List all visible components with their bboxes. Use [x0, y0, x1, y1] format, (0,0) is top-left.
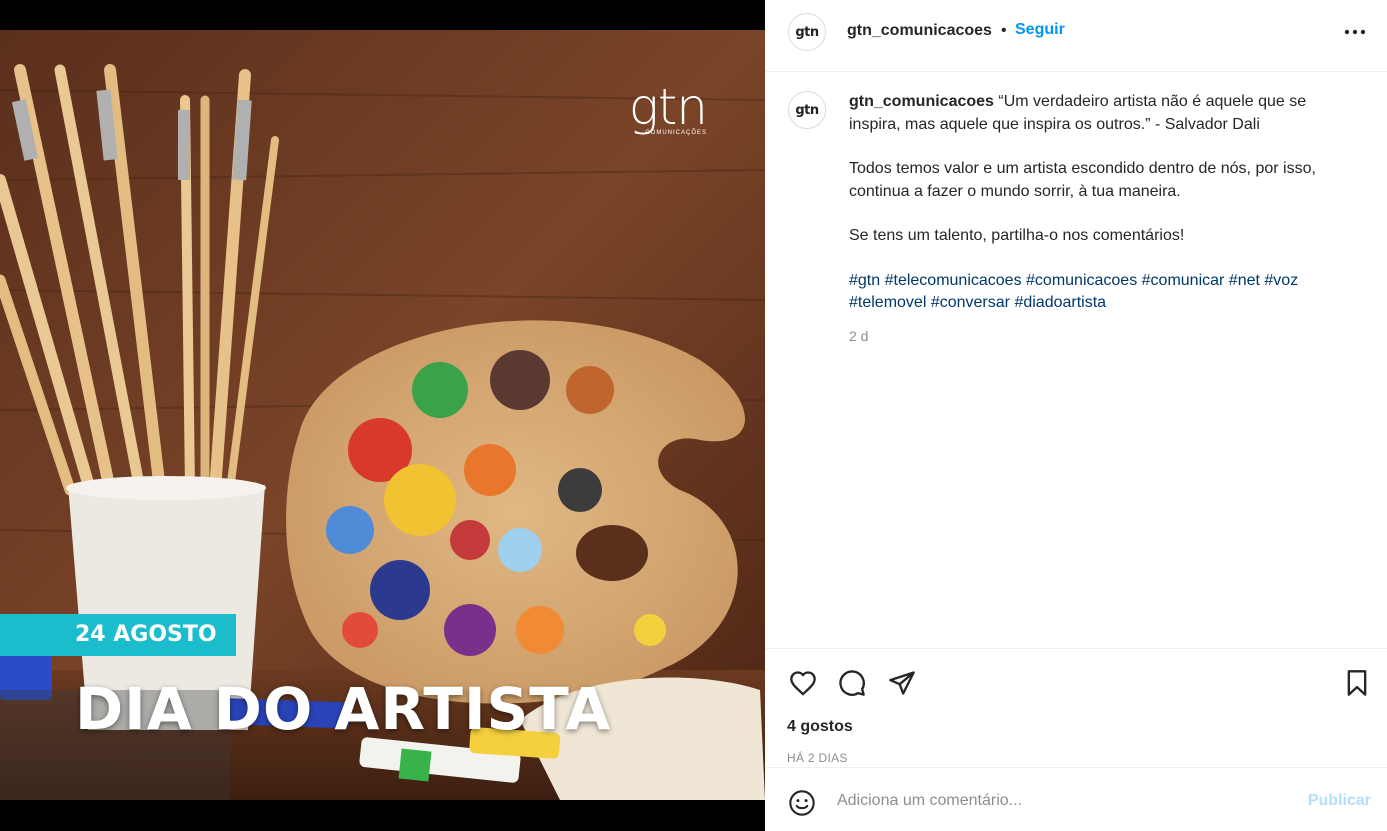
- hashtag-list: #gtn #telecomunicacoes #comunicacoes #co…: [849, 270, 1354, 315]
- caption-timestamp[interactable]: 2 d: [849, 328, 868, 344]
- caption-text: gtn_comunicacoes “Um verdadeiro artista …: [849, 91, 1354, 315]
- caption-paragraph-2: Todos temos valor e um artista escondido…: [849, 160, 1316, 200]
- hashtag-link[interactable]: #telemovel: [849, 294, 926, 311]
- hashtag-link[interactable]: #net: [1229, 272, 1260, 289]
- header-username[interactable]: gtn_comunicacoes: [847, 22, 992, 40]
- bookmark-icon[interactable]: [1341, 667, 1373, 699]
- image-headline: DIA DO ARTISTA: [75, 675, 612, 743]
- hashtag-link[interactable]: #comunicacoes: [1026, 272, 1137, 289]
- date-badge: 24 AGOSTO: [0, 614, 236, 656]
- more-options-icon[interactable]: [1343, 20, 1367, 44]
- share-icon[interactable]: [886, 667, 918, 699]
- avatar-text: gtn: [795, 24, 819, 40]
- hashtag-link[interactable]: #diadoartista: [1014, 294, 1106, 311]
- gtn-logo: gtn COMUNICAÇÕES: [628, 78, 708, 137]
- post-image[interactable]: gtn COMUNICAÇÕES 24 AGOSTO DIA DO ARTIST…: [0, 30, 765, 800]
- hashtag-link[interactable]: #conversar: [931, 294, 1010, 311]
- likes-count[interactable]: 4 gostos: [787, 718, 853, 736]
- emoji-icon[interactable]: [787, 788, 817, 818]
- logo-wordmark: gtn: [628, 78, 708, 136]
- action-bar: [765, 648, 1387, 718]
- hashtag-link[interactable]: #telecomunicacoes: [885, 272, 1022, 289]
- instagram-post-view: gtn COMUNICAÇÕES 24 AGOSTO DIA DO ARTIST…: [0, 0, 1387, 831]
- comment-input[interactable]: Adiciona um comentário...: [837, 792, 1257, 810]
- follow-button[interactable]: Seguir: [1015, 21, 1065, 39]
- caption-avatar[interactable]: gtn: [788, 91, 826, 129]
- separator-dot: •: [1001, 22, 1007, 39]
- hashtag-link[interactable]: #comunicar: [1142, 272, 1225, 289]
- post-side-panel: gtn gtn_comunicacoes • Seguir gtn gtn_co…: [765, 0, 1387, 831]
- caption-username[interactable]: gtn_comunicacoes: [849, 93, 994, 110]
- comment-bar: Adiciona um comentário... Publicar: [765, 767, 1387, 831]
- caption-paragraph-3: Se tens um talento, partilha-o nos comen…: [849, 227, 1185, 244]
- heart-icon[interactable]: [787, 667, 819, 699]
- post-media: gtn COMUNICAÇÕES 24 AGOSTO DIA DO ARTIST…: [0, 0, 765, 831]
- hashtag-link[interactable]: #gtn: [849, 272, 880, 289]
- post-age: HÁ 2 DIAS: [787, 751, 848, 765]
- post-header: gtn gtn_comunicacoes • Seguir: [765, 0, 1387, 72]
- publish-button[interactable]: Publicar: [1308, 792, 1371, 810]
- avatar[interactable]: gtn: [788, 13, 826, 51]
- hashtag-link[interactable]: #voz: [1264, 272, 1298, 289]
- caption-avatar-text: gtn: [795, 102, 819, 118]
- comment-icon[interactable]: [836, 667, 868, 699]
